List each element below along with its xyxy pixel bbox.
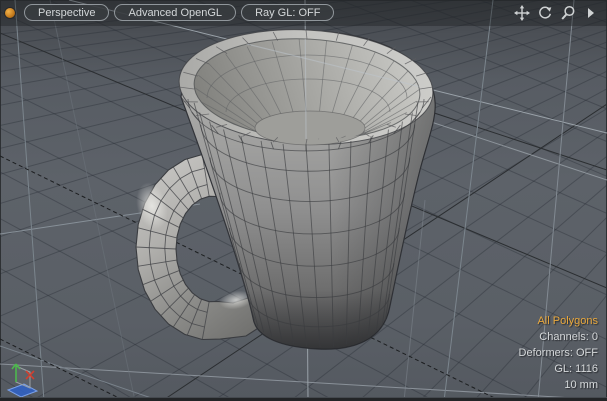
axis-z-plane <box>8 384 37 397</box>
viewport-bottom-edge <box>0 397 607 401</box>
viewport-toolbar: Perspective Advanced OpenGL Ray GL: OFF <box>5 4 334 21</box>
viewport-options-dot[interactable] <box>5 8 15 18</box>
shading-mode-button[interactable]: Advanced OpenGL <box>114 4 236 21</box>
flyout-arrow-icon[interactable] <box>582 4 599 21</box>
channels-label: Channels: 0 <box>519 329 598 345</box>
ray-gl-button[interactable]: Ray GL: OFF <box>241 4 334 21</box>
mug-interior-floor <box>255 111 365 145</box>
grid-size-label: 10 mm <box>519 377 598 393</box>
gl-polycount-label: GL: 1116 <box>519 361 598 377</box>
viewport-canvas[interactable] <box>0 0 607 401</box>
3d-viewport[interactable]: Perspective Advanced OpenGL Ray GL: OFF <box>0 0 607 401</box>
axis-gizmo <box>8 364 37 397</box>
selection-mode-label: All Polygons <box>519 313 598 329</box>
deformers-label: Deformers: OFF <box>519 345 598 361</box>
viewport-status-readout: All Polygons Channels: 0 Deformers: OFF … <box>519 313 598 393</box>
zoom-icon[interactable] <box>559 4 576 21</box>
viewport-nav-tools <box>513 4 599 21</box>
rotate-icon[interactable] <box>536 4 553 21</box>
pan-icon[interactable] <box>513 4 530 21</box>
view-mode-button[interactable]: Perspective <box>24 4 109 21</box>
